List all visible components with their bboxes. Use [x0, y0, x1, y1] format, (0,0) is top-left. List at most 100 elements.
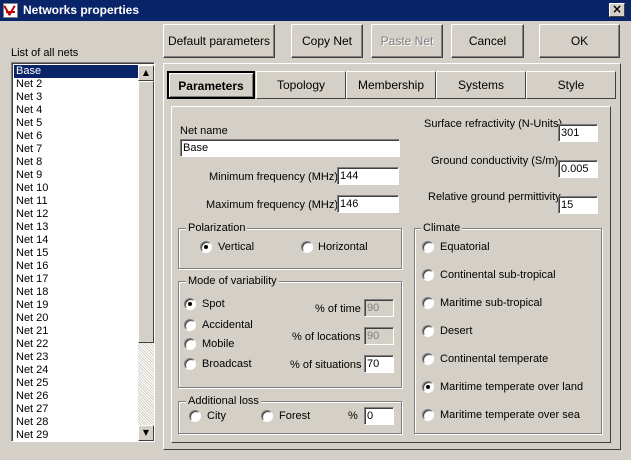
list-item[interactable]: Net 27	[14, 403, 138, 416]
list-item[interactable]: Net 22	[14, 338, 138, 351]
net-name-label: Net name	[180, 125, 228, 137]
scroll-down-button[interactable]: ▼	[138, 425, 154, 441]
list-item[interactable]: Net 6	[14, 130, 138, 143]
climate-radio[interactable]	[422, 241, 434, 253]
tab-membership[interactable]: Membership	[346, 71, 436, 99]
list-item[interactable]: Net 15	[14, 247, 138, 260]
list-item[interactable]: Net 19	[14, 299, 138, 312]
climate-title: Climate	[421, 222, 463, 234]
broadcast-radio[interactable]	[184, 358, 196, 370]
vertical-label[interactable]: Vertical	[218, 240, 254, 254]
list-item[interactable]: Net 5	[14, 117, 138, 130]
default-parameters-button[interactable]: Default parameters	[163, 24, 275, 58]
list-item[interactable]: Net 11	[14, 195, 138, 208]
tab-style[interactable]: Style	[526, 71, 616, 99]
ok-button[interactable]: OK	[539, 24, 620, 58]
max-frequency-input[interactable]: 146	[337, 195, 399, 213]
list-item[interactable]: Net 16	[14, 260, 138, 273]
nets-listbox[interactable]: Net 29 Net 28 Net 27 Net 26 Net 25 Net 24 Net …	[11, 62, 155, 442]
ground-conductivity-label: Ground conductivity (S/m)	[431, 155, 559, 167]
list-item[interactable]: Net 13	[14, 221, 138, 234]
list-item[interactable]: Net 2	[14, 78, 138, 91]
climate-option-label[interactable]: Equatorial	[440, 240, 490, 254]
situations-label: % of situations	[290, 359, 362, 371]
city-label[interactable]: City	[207, 409, 226, 423]
list-item[interactable]: Net 26	[14, 390, 138, 403]
scroll-thumb[interactable]	[138, 81, 154, 343]
copy-net-button[interactable]: Copy Net	[291, 24, 363, 58]
cancel-button[interactable]: Cancel	[451, 24, 524, 58]
time-label: % of time	[315, 303, 361, 315]
ground-permittivity-label: Relative ground permittivity	[428, 191, 561, 203]
list-item[interactable]: Net 21	[14, 325, 138, 338]
list-item[interactable]: Net 14	[14, 234, 138, 247]
list-item[interactable]: Net 12	[14, 208, 138, 221]
climate-radio[interactable]	[422, 353, 434, 365]
climate-option-label[interactable]: Maritime temperate over sea	[440, 408, 580, 422]
city-radio[interactable]	[189, 410, 201, 422]
list-item[interactable]: Net 4	[14, 104, 138, 117]
close-button[interactable]: ×	[609, 3, 625, 17]
polarization-title: Polarization	[186, 222, 248, 234]
mobile-radio[interactable]	[184, 338, 196, 350]
horizontal-radio[interactable]	[301, 241, 313, 253]
surface-refractivity-label: Surface refractivity (N-Units)	[424, 118, 563, 130]
locations-input[interactable]: 90	[364, 327, 394, 345]
min-frequency-label: Minimum frequency (MHz)	[209, 171, 338, 183]
vertical-radio[interactable]	[200, 241, 212, 253]
percent-label: %	[348, 410, 358, 422]
scroll-up-button[interactable]: ▲	[138, 65, 154, 81]
climate-option-label[interactable]: Maritime sub-tropical	[440, 296, 542, 310]
locations-label: % of locations	[292, 331, 361, 343]
min-frequency-input[interactable]: 144	[337, 167, 399, 185]
situations-input[interactable]: 70	[364, 355, 394, 373]
tab-topology[interactable]: Topology	[256, 71, 346, 99]
climate-option-label[interactable]: Continental sub-tropical	[440, 268, 556, 282]
list-item[interactable]: Net 3	[14, 91, 138, 104]
list-item[interactable]: Net 25	[14, 377, 138, 390]
tab-systems[interactable]: Systems	[436, 71, 526, 99]
title-bar[interactable]: Networks properties ×	[0, 0, 631, 21]
list-item[interactable]: Net 29	[14, 429, 138, 441]
list-item[interactable]: Net 18	[14, 286, 138, 299]
tab-parameters[interactable]: Parameters	[167, 71, 255, 99]
climate-option-label[interactable]: Continental temperate	[440, 352, 548, 366]
climate-radio[interactable]	[422, 325, 434, 337]
paste-net-button[interactable]: Paste Net	[371, 24, 443, 58]
list-item[interactable]: Net 9	[14, 169, 138, 182]
horizontal-label[interactable]: Horizontal	[318, 240, 368, 254]
spot-radio[interactable]	[184, 298, 196, 310]
additional-loss-input[interactable]: 0	[364, 407, 394, 425]
accidental-radio[interactable]	[184, 319, 196, 331]
accidental-label[interactable]: Accidental	[202, 318, 253, 332]
scroll-track[interactable]	[138, 343, 154, 425]
time-input[interactable]: 90	[364, 299, 394, 317]
list-scrollbar[interactable]: ▲ ▼	[138, 65, 154, 441]
variability-title: Mode of variability	[186, 275, 279, 287]
list-item[interactable]: Net 24	[14, 364, 138, 377]
broadcast-label[interactable]: Broadcast	[202, 357, 252, 371]
forest-label[interactable]: Forest	[279, 409, 310, 423]
list-item[interactable]: Net 17	[14, 273, 138, 286]
max-frequency-label: Maximum frequency (MHz)	[206, 199, 339, 211]
net-name-input[interactable]: Base	[180, 139, 400, 157]
list-item[interactable]: Net 23	[14, 351, 138, 364]
climate-radio[interactable]	[422, 381, 434, 393]
forest-radio[interactable]	[261, 410, 273, 422]
list-item[interactable]: Net 20	[14, 312, 138, 325]
list-item[interactable]: Net 7	[14, 143, 138, 156]
list-item[interactable]: Net 8	[14, 156, 138, 169]
climate-option-label[interactable]: Maritime temperate over land	[440, 380, 583, 394]
climate-option-label[interactable]: Desert	[440, 324, 472, 338]
climate-radio[interactable]	[422, 297, 434, 309]
ground-conductivity-input[interactable]: 0.005	[558, 160, 598, 178]
climate-radio[interactable]	[422, 269, 434, 281]
climate-radio[interactable]	[422, 409, 434, 421]
spot-label[interactable]: Spot	[202, 297, 225, 311]
surface-refractivity-input[interactable]: 301	[558, 124, 598, 142]
list-item[interactable]: Base	[14, 65, 138, 78]
ground-permittivity-input[interactable]: 15	[558, 196, 598, 214]
list-item[interactable]: Net 28	[14, 416, 138, 429]
list-item[interactable]: Net 10	[14, 182, 138, 195]
mobile-label[interactable]: Mobile	[202, 337, 234, 351]
